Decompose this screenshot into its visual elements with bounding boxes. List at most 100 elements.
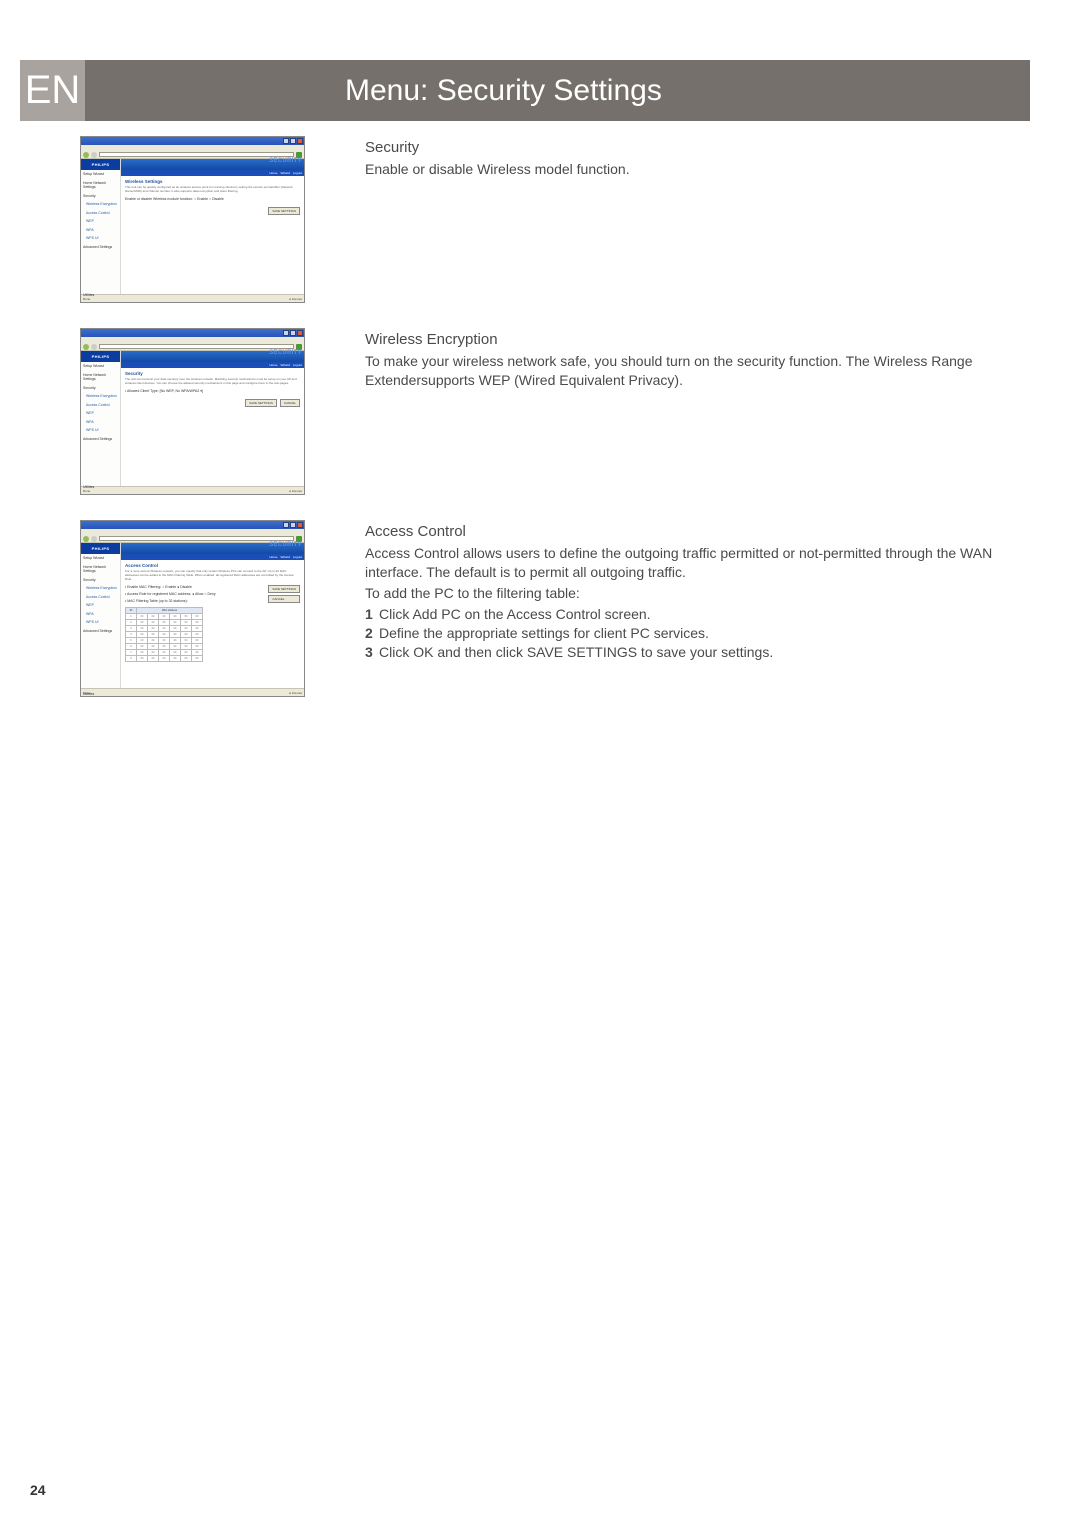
close-icon (297, 330, 303, 336)
back-icon (83, 152, 89, 158)
save-settings-button: SAVE SETTINGS (268, 585, 300, 593)
nav-wpa: WPA (81, 226, 120, 235)
nav-advanced: Advanced Settings (81, 435, 120, 444)
step-text: Click Add PC on the Access Control scree… (379, 605, 651, 624)
mac-table-label: • MAC Filtering Table (up to 32 stations… (125, 599, 216, 603)
forward-icon (91, 344, 97, 350)
maximize-icon (290, 138, 296, 144)
nav-security: Security (81, 576, 120, 585)
nav-advanced: Advanced Settings (81, 243, 120, 252)
nav-home-network: Home Network Settings (81, 371, 120, 384)
security-body: Enable or disable Wireless model functio… (365, 160, 1030, 179)
nav-setup-wizard: Setup Wizard (81, 170, 120, 179)
table-cell: 00 (170, 655, 181, 661)
banner-ghost-text: SECURITY (269, 158, 302, 164)
table-cell: 00 (181, 655, 192, 661)
link-logout: Logout (293, 363, 302, 367)
page-header: EN Menu: Security Settings (20, 60, 1030, 121)
step-1: 1Click Add PC on the Access Control scre… (365, 605, 1030, 624)
cancel-button: CANCEL (280, 399, 300, 407)
maximize-icon (290, 330, 296, 336)
mac-filtering-table: IDMAC Address 1000000000000 200000000000… (125, 607, 203, 662)
screenshot-access-control: PHILIPS Setup Wizard Home Network Settin… (80, 520, 305, 697)
forward-icon (91, 536, 97, 542)
nav-wpa: WPA (81, 418, 120, 427)
panel-desc: For a more secure Wireless network, you … (125, 570, 300, 582)
link-home: Home (269, 555, 277, 559)
close-icon (297, 522, 303, 528)
banner-ghost-text: SECURITY (269, 542, 302, 548)
philips-logo: PHILIPS (81, 351, 120, 362)
nav-access-control: Access Control (81, 209, 120, 218)
panel-title: Access Control (125, 563, 300, 568)
step-2: 2Define the appropriate settings for cli… (365, 624, 1030, 643)
window-titlebar (81, 137, 304, 145)
nav-home-network: Home Network Settings (81, 563, 120, 576)
link-logout: Logout (293, 171, 302, 175)
screenshot-security: PHILIPS Setup Wizard Home Network Settin… (80, 136, 305, 303)
cancel-button: CANCEL (268, 595, 300, 603)
step-num: 1 (365, 605, 379, 624)
nav-wep: WEP (81, 409, 120, 418)
window-titlebar (81, 521, 304, 529)
nav-wps: WPS UI (81, 426, 120, 435)
philips-logo: PHILIPS (81, 543, 120, 554)
back-icon (83, 536, 89, 542)
nav-setup-wizard: Setup Wizard (81, 554, 120, 563)
mac-filtering-line: • Enable MAC Filtering: ○ Enable ● Disab… (125, 585, 216, 589)
link-wizard: Wizard (280, 171, 289, 175)
minimize-icon (283, 138, 289, 144)
save-settings-button: SAVE SETTINGS (245, 399, 277, 407)
language-badge: EN (20, 60, 85, 121)
nav-wireless-encryption: Wireless Encryption (81, 200, 120, 209)
page-title: Menu: Security Settings (85, 60, 1030, 121)
section-security: PHILIPS Setup Wizard Home Network Settin… (20, 136, 1030, 303)
security-heading: Security (365, 138, 1030, 158)
banner: SECURITY (121, 159, 304, 170)
go-icon (296, 344, 302, 350)
banner: SECURITY (121, 351, 304, 362)
nav-security: Security (81, 384, 120, 393)
minimize-icon (283, 330, 289, 336)
nav-advanced: Advanced Settings (81, 627, 120, 636)
table-cell: 00 (137, 655, 148, 661)
maximize-icon (290, 522, 296, 528)
go-icon (296, 536, 302, 542)
step-text: Click OK and then click SAVE SETTINGS to… (379, 643, 773, 662)
wireless-encryption-body: To make your wireless network safe, you … (365, 352, 1030, 390)
step-num: 2 (365, 624, 379, 643)
nav-setup-wizard: Setup Wizard (81, 362, 120, 371)
panel-title: Wireless Settings (125, 179, 300, 184)
minimize-icon (283, 522, 289, 528)
nav-home-network: Home Network Settings (81, 179, 120, 192)
link-wizard: Wizard (280, 555, 289, 559)
nav-wireless-encryption: Wireless Encryption (81, 392, 120, 401)
wireless-encryption-heading: Wireless Encryption (365, 330, 1030, 350)
nav-access-control: Access Control (81, 593, 120, 602)
nav-wireless-encryption: Wireless Encryption (81, 584, 120, 593)
access-control-body-1: Access Control allows users to define th… (365, 544, 1030, 582)
back-icon (83, 344, 89, 350)
panel-title: Security (125, 371, 300, 376)
address-bar (99, 536, 294, 541)
window-titlebar (81, 329, 304, 337)
access-control-heading: Access Control (365, 522, 1030, 542)
nav-wep: WEP (81, 601, 120, 610)
nav-access-control: Access Control (81, 401, 120, 410)
section-wireless-encryption: PHILIPS Setup Wizard Home Network Settin… (20, 328, 1030, 495)
table-cell: 00 (159, 655, 170, 661)
access-control-body-2: To add the PC to the filtering table: (365, 584, 1030, 603)
link-wizard: Wizard (280, 363, 289, 367)
address-bar (99, 344, 294, 349)
step-3: 3Click OK and then click SAVE SETTINGS t… (365, 643, 1030, 662)
link-logout: Logout (293, 555, 302, 559)
page-number: 24 (30, 1482, 46, 1498)
step-text: Define the appropriate settings for clie… (379, 624, 709, 643)
address-bar (99, 152, 294, 157)
nav-security: Security (81, 192, 120, 201)
link-home: Home (269, 363, 277, 367)
table-cell: 00 (148, 655, 159, 661)
nav-wpa: WPA (81, 610, 120, 619)
nav-wps: WPS UI (81, 234, 120, 243)
forward-icon (91, 152, 97, 158)
